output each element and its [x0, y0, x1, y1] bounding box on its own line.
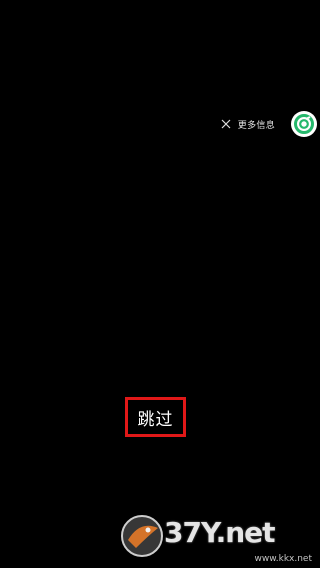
watermark: 37Y.net www.kkx.net: [118, 506, 318, 564]
ad-info-bar: 更多信息: [220, 109, 317, 139]
close-icon[interactable]: [220, 118, 232, 130]
watermark-bird-icon: [121, 515, 163, 557]
skip-button[interactable]: 跳过: [125, 397, 186, 437]
skip-label: 跳过: [137, 409, 174, 430]
watermark-url: www.kkx.net: [254, 554, 313, 564]
more-info-link[interactable]: 更多信息: [238, 118, 275, 131]
app-logo-icon[interactable]: [291, 111, 317, 137]
watermark-logo-text: 37Y.net: [164, 516, 276, 549]
splash-screen: 更多信息 跳过 37Y.net www.kkx.net: [0, 0, 320, 568]
